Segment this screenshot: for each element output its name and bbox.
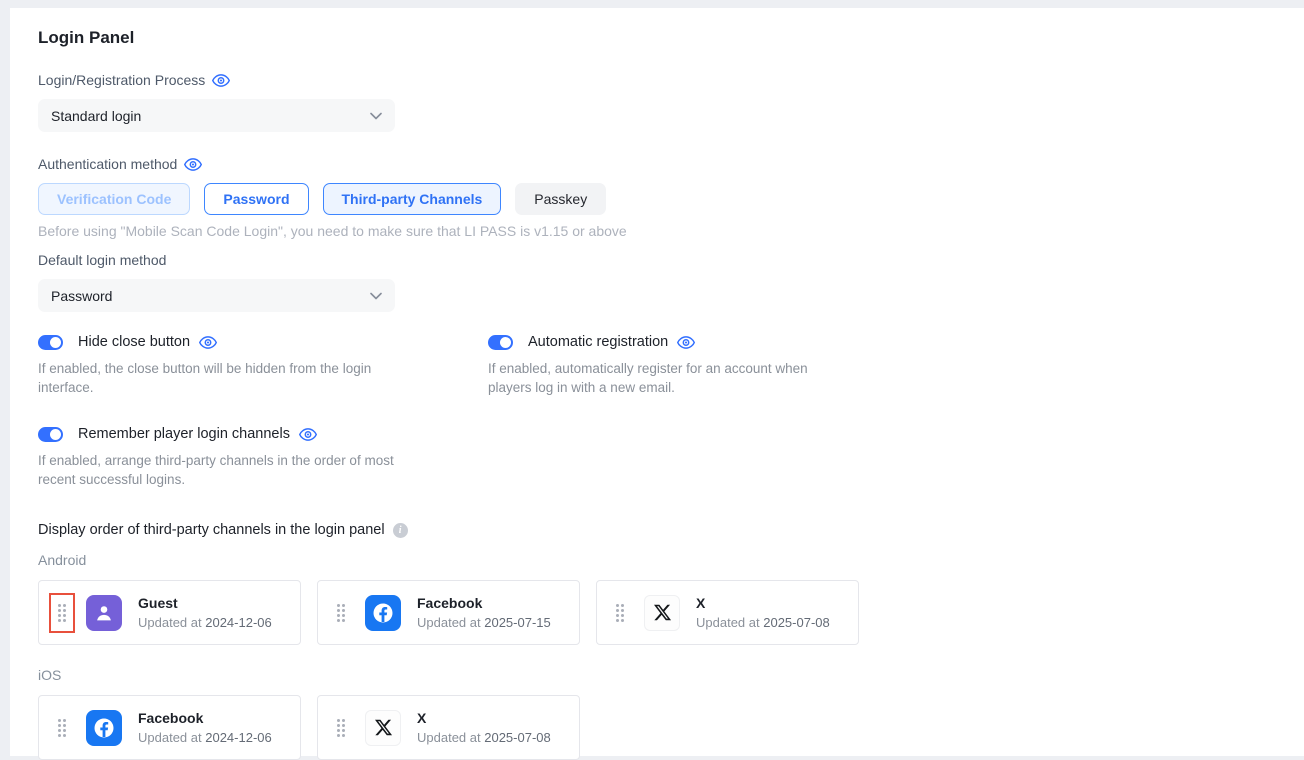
- drag-handle-icon[interactable]: [58, 604, 66, 622]
- automatic-registration-toggle[interactable]: [488, 335, 513, 350]
- remember-login-channels-description: If enabled, arrange third-party channels…: [38, 451, 396, 489]
- drag-handle-icon[interactable]: [616, 604, 624, 622]
- default-login-label: Default login method: [38, 252, 1274, 268]
- login-process-select-value: Standard login: [51, 108, 141, 124]
- eye-icon[interactable]: [299, 427, 317, 442]
- auth-option-password[interactable]: Password: [204, 183, 308, 215]
- login-process-label: Login/Registration Process: [38, 72, 205, 88]
- channel-card-guest: Guest Updated at 2024-12-06: [38, 580, 301, 645]
- x-logo-icon: [644, 595, 680, 631]
- auth-method-label: Authentication method: [38, 156, 177, 172]
- updated-at-label: Updated at: [138, 730, 202, 745]
- hide-close-button-toggle[interactable]: [38, 335, 63, 350]
- updated-at-label: Updated at: [138, 615, 202, 630]
- channel-name: Facebook: [417, 595, 551, 611]
- remember-login-channels-setting: Remember player login channels If enable…: [38, 426, 488, 489]
- eye-icon[interactable]: [184, 157, 202, 172]
- facebook-icon: [365, 595, 401, 631]
- toggle-settings-grid: Hide close button If enabled, the close …: [38, 334, 1274, 518]
- updated-at-date: 2024-12-06: [205, 615, 272, 630]
- updated-at-date: 2024-12-06: [205, 730, 272, 745]
- automatic-registration-description: If enabled, automatically register for a…: [488, 359, 853, 397]
- updated-at-date: 2025-07-08: [484, 730, 551, 745]
- display-order-label-row: Display order of third-party channels in…: [38, 522, 1274, 538]
- hide-close-button-setting: Hide close button If enabled, the close …: [38, 334, 488, 397]
- remember-login-channels-label: Remember player login channels: [78, 426, 290, 442]
- channel-name: Guest: [138, 595, 272, 611]
- automatic-registration-label: Automatic registration: [528, 334, 668, 350]
- drag-handle-icon[interactable]: [337, 604, 345, 622]
- chevron-down-icon: [370, 292, 382, 300]
- eye-icon[interactable]: [677, 335, 695, 350]
- eye-icon[interactable]: [199, 335, 217, 350]
- page-title: Login Panel: [38, 28, 1274, 48]
- facebook-icon: [86, 710, 122, 746]
- login-panel-settings: Login Panel Login/Registration Process S…: [10, 8, 1304, 756]
- highlight-annotation-box: [58, 604, 66, 622]
- guest-avatar-icon: [86, 595, 122, 631]
- channel-card-x: X Updated at 2025-07-08: [317, 695, 580, 760]
- ios-channel-list: Facebook Updated at 2024-12-06 X Updated…: [38, 695, 1274, 760]
- display-order-label: Display order of third-party channels in…: [38, 522, 385, 538]
- channel-name: X: [696, 595, 830, 611]
- updated-at-date: 2025-07-15: [484, 615, 551, 630]
- x-logo-icon: [365, 710, 401, 746]
- hide-close-button-description: If enabled, the close button will be hid…: [38, 359, 403, 397]
- channel-card-x: X Updated at 2025-07-08: [596, 580, 859, 645]
- login-process-label-row: Login/Registration Process: [38, 72, 1274, 88]
- updated-at-date: 2025-07-08: [763, 615, 830, 630]
- auth-option-passkey[interactable]: Passkey: [515, 183, 606, 215]
- automatic-registration-setting: Automatic registration If enabled, autom…: [488, 334, 1274, 397]
- info-icon[interactable]: i: [393, 523, 408, 538]
- drag-handle-icon[interactable]: [337, 719, 345, 737]
- channel-name: X: [417, 710, 551, 726]
- platform-label-ios: iOS: [38, 667, 1274, 683]
- updated-at-label: Updated at: [417, 615, 481, 630]
- updated-at-label: Updated at: [417, 730, 481, 745]
- channel-name: Facebook: [138, 710, 272, 726]
- channel-card-facebook: Facebook Updated at 2025-07-15: [317, 580, 580, 645]
- android-channel-list: Guest Updated at 2024-12-06 Facebook Upd…: [38, 580, 1274, 645]
- default-login-select[interactable]: Password: [38, 279, 395, 312]
- platform-label-android: Android: [38, 552, 1274, 568]
- drag-handle-icon[interactable]: [58, 719, 66, 737]
- chevron-down-icon: [370, 112, 382, 120]
- login-process-select[interactable]: Standard login: [38, 99, 395, 132]
- eye-icon[interactable]: [212, 73, 230, 88]
- auth-method-label-row: Authentication method: [38, 156, 1274, 172]
- auth-option-third-party-channels[interactable]: Third-party Channels: [323, 183, 502, 215]
- default-login-select-value: Password: [51, 288, 112, 304]
- auth-method-hint: Before using "Mobile Scan Code Login", y…: [38, 223, 1274, 239]
- remember-login-channels-toggle[interactable]: [38, 427, 63, 442]
- channel-card-facebook: Facebook Updated at 2024-12-06: [38, 695, 301, 760]
- auth-option-verification-code[interactable]: Verification Code: [38, 183, 190, 215]
- updated-at-label: Updated at: [696, 615, 760, 630]
- hide-close-button-label: Hide close button: [78, 334, 190, 350]
- auth-method-options: Verification Code Password Third-party C…: [38, 183, 1274, 215]
